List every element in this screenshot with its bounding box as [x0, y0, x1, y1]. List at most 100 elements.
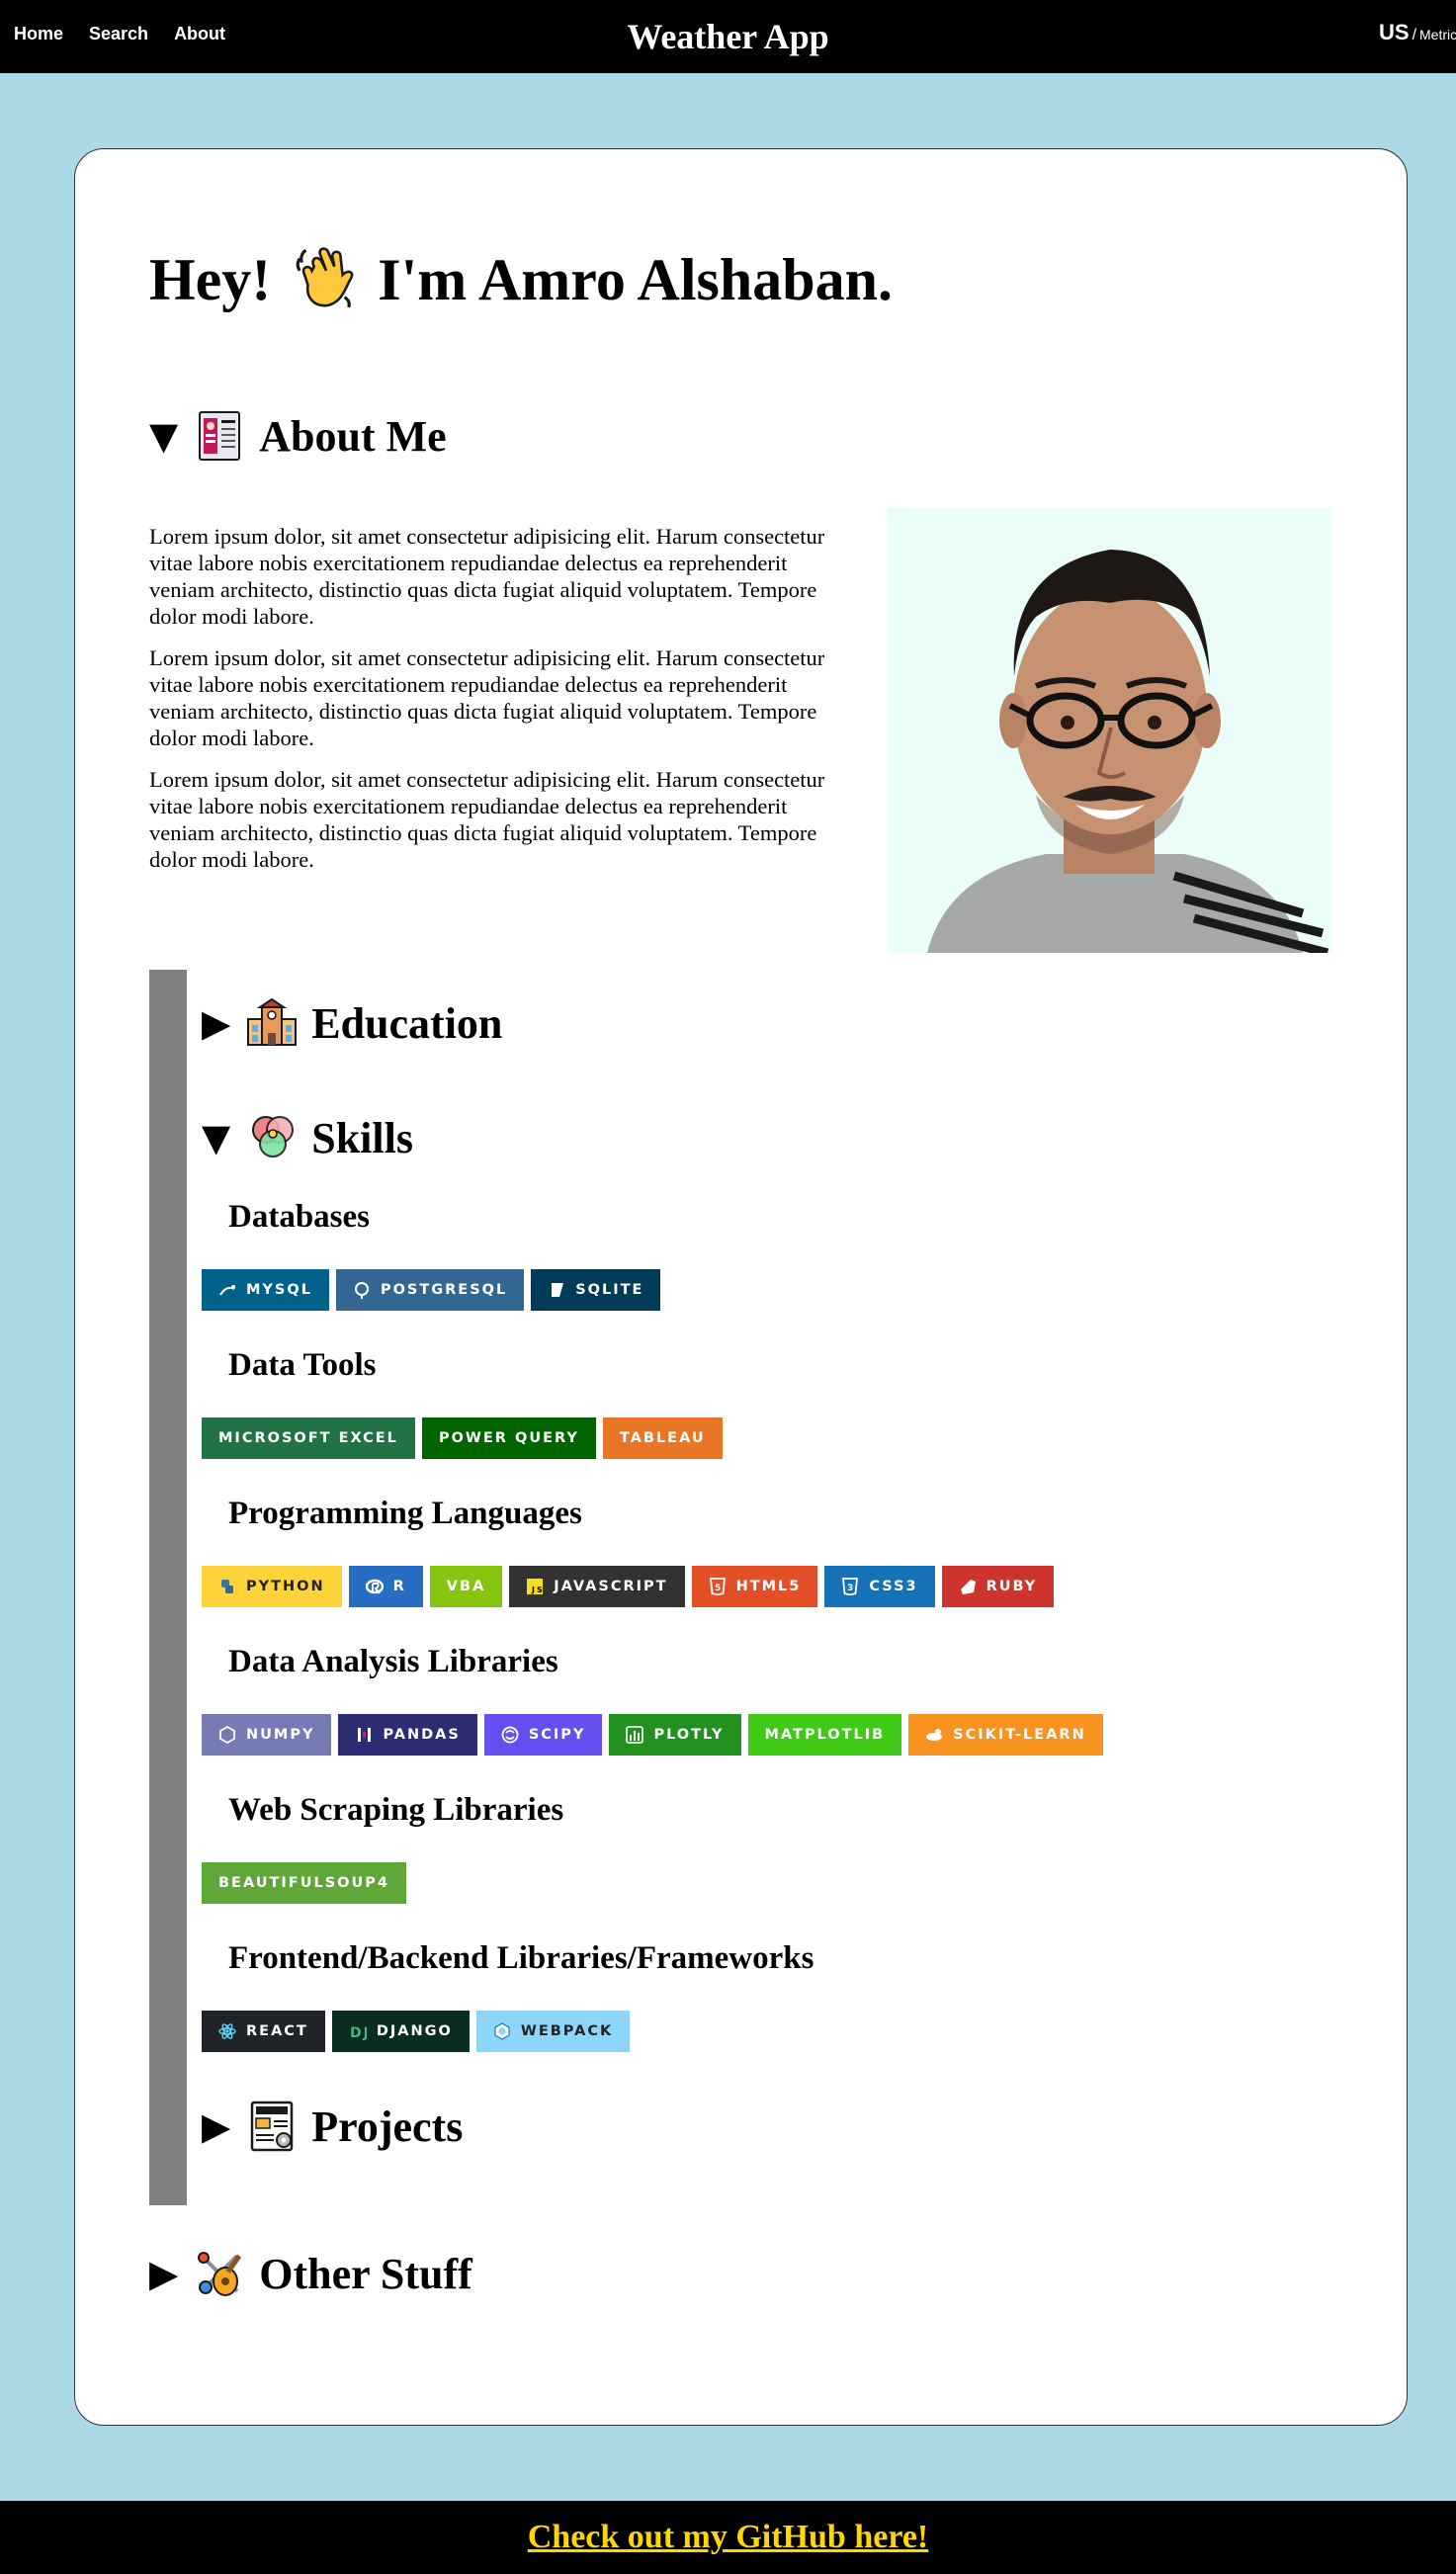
- skill-badge-mysql[interactable]: MYSQL: [202, 1269, 329, 1311]
- webpack-icon: [494, 2022, 510, 2040]
- skill-badge-vba[interactable]: VBA: [429, 1566, 503, 1607]
- skill-badge-label: JAVASCRIPT: [554, 1579, 668, 1594]
- skill-badge-webpack[interactable]: WEBPACK: [475, 2011, 631, 2052]
- github-link[interactable]: Check out my GitHub here!: [528, 2519, 928, 2556]
- skill-badge-css3[interactable]: 3 CSS3: [824, 1566, 935, 1607]
- sqlite-icon: [552, 1283, 564, 1297]
- hero-greeting: Hey!: [149, 247, 272, 312]
- top-nav-bar: Home Search About Weather App US / Metric: [0, 0, 1456, 73]
- svg-text:3: 3: [847, 1584, 855, 1593]
- expanded-triangle-icon: ▼: [202, 1116, 231, 1159]
- skill-badge-react[interactable]: REACT: [202, 2011, 325, 2052]
- skill-badge-postgresql[interactable]: POSTGRESQL: [335, 1269, 525, 1311]
- skill-badge-label: R: [392, 1579, 406, 1594]
- svg-text:JS: JS: [531, 1586, 544, 1594]
- skill-badge-row: MICROSOFT EXCEL POWER QUERY TABLEAU: [202, 1417, 723, 1459]
- skill-badge-sqlite[interactable]: SQLITE: [531, 1269, 661, 1311]
- skill-badge-label: SCIPY: [528, 1727, 586, 1743]
- mysql-icon: [219, 1285, 235, 1296]
- education-toggle[interactable]: ▶ Education: [202, 995, 502, 1051]
- skill-badge-label: BEAUTIFULSOUP4: [218, 1875, 389, 1891]
- skill-badge-label: SCIKIT-LEARN: [953, 1727, 1086, 1743]
- skill-badge-r[interactable]: R: [348, 1566, 423, 1607]
- pandas-icon: [358, 1728, 372, 1742]
- skill-badge-beautifulsoup4[interactable]: BEAUTIFULSOUP4: [202, 1862, 406, 1904]
- plotly-icon: [626, 1726, 644, 1744]
- collapsed-triangle-icon: ▶: [202, 2104, 231, 2148]
- education-heading: Education: [311, 998, 503, 1048]
- skill-badge-python[interactable]: PYTHON: [202, 1566, 342, 1607]
- skill-badge-ruby[interactable]: RUBY: [941, 1566, 1055, 1607]
- skill-badge-label: DJANGO: [376, 2023, 453, 2039]
- about-paragraph: Lorem ipsum dolor, sit amet consectetur …: [149, 767, 825, 872]
- skill-badge-row: MYSQL POSTGRESQL SQLITE: [202, 1269, 661, 1311]
- profile-card: Hey! I'm Amro Alshaban. ▼ About Me Lorem…: [74, 148, 1408, 2426]
- school-building-icon: [247, 997, 298, 1046]
- skill-badge-label: RUBY: [985, 1579, 1038, 1594]
- skills-toggle[interactable]: ▼ Skills: [202, 1110, 413, 1165]
- skill-badge-label: SQLITE: [575, 1282, 644, 1298]
- skill-group-title: Data Analysis Libraries: [228, 1644, 558, 1679]
- skill-badge-row: PYTHON R VBA JS JAVASCRIPT 5 HTML5 3 CSS3 RUBY: [202, 1566, 1055, 1607]
- skill-badge-power-query[interactable]: POWER QUERY: [421, 1417, 596, 1459]
- skill-badge-microsoft-excel[interactable]: MICROSOFT EXCEL: [202, 1417, 415, 1459]
- skill-badge-label: PANDAS: [383, 1727, 461, 1743]
- skill-badge-label: TABLEAU: [619, 1430, 706, 1446]
- app-title: Weather App: [627, 17, 829, 56]
- about-me-heading: About Me: [259, 411, 447, 461]
- skill-badge-html5[interactable]: 5 HTML5: [691, 1566, 818, 1607]
- numpy-icon: [219, 1726, 235, 1744]
- skill-group-title: Data Tools: [228, 1347, 377, 1383]
- skill-badge-label: HTML5: [735, 1579, 802, 1594]
- skill-badge-label: CSS3: [869, 1579, 918, 1594]
- other-stuff-toggle[interactable]: ▶ Other Stuff: [149, 2246, 472, 2301]
- footer-bar: Check out my GitHub here!: [0, 2501, 1456, 2574]
- skill-badge-django[interactable]: dj DJANGO: [331, 2011, 470, 2052]
- skill-group-title: Programming Languages: [228, 1496, 582, 1531]
- javascript-icon: JS: [527, 1579, 544, 1594]
- react-icon: [218, 2023, 236, 2039]
- skill-badge-label: VBA: [446, 1579, 486, 1594]
- skill-badge-numpy[interactable]: NUMPY: [202, 1714, 332, 1756]
- about-me-toggle[interactable]: ▼ About Me: [149, 408, 447, 464]
- hobbies-icon: [198, 2252, 242, 2296]
- skill-badge-pandas[interactable]: PANDAS: [338, 1714, 477, 1756]
- about-paragraph: Lorem ipsum dolor, sit amet consectetur …: [149, 524, 825, 629]
- skill-badge-label: POSTGRESQL: [380, 1282, 508, 1298]
- skill-badge-label: NUMPY: [246, 1727, 315, 1743]
- skill-badge-row: BEAUTIFULSOUP4: [202, 1862, 406, 1904]
- ruby-icon: [960, 1580, 976, 1594]
- postgresql-icon: [354, 1282, 369, 1299]
- skill-group-title: Databases: [228, 1199, 371, 1235]
- collapsed-triangle-icon: ▶: [202, 1001, 231, 1045]
- about-paragraph: Lorem ipsum dolor, sit amet consectetur …: [149, 645, 825, 750]
- css3-icon: 3: [842, 1578, 859, 1595]
- html5-icon: 5: [709, 1578, 726, 1595]
- skill-badge-scipy[interactable]: SCIPY: [483, 1714, 603, 1756]
- skill-badge-plotly[interactable]: PLOTLY: [609, 1714, 741, 1756]
- expanded-triangle-icon: ▼: [149, 414, 179, 458]
- skill-badge-label: MYSQL: [246, 1282, 312, 1298]
- section-rail: [149, 970, 187, 2205]
- profile-photo: [888, 508, 1332, 953]
- projects-toggle[interactable]: ▶ Projects: [202, 2099, 463, 2154]
- waving-hand-icon: [296, 247, 354, 308]
- skill-badge-scikit-learn[interactable]: SCIKIT-LEARN: [908, 1714, 1103, 1756]
- skill-group-title: Frontend/Backend Libraries/Frameworks: [228, 1940, 814, 1976]
- skill-badge-row: REACT dj DJANGO WEBPACK: [202, 2011, 631, 2052]
- projects-heading: Projects: [311, 2102, 464, 2151]
- r-icon: [365, 1579, 384, 1594]
- skill-badge-label: MATPLOTLIB: [764, 1727, 886, 1743]
- python-icon: [221, 1580, 233, 1593]
- page-title: Hey! I'm Amro Alshaban.: [149, 244, 893, 314]
- skill-badge-javascript[interactable]: JS JAVASCRIPT: [509, 1566, 685, 1607]
- skill-badge-label: PLOTLY: [653, 1727, 725, 1743]
- unit-us-option[interactable]: US: [1379, 20, 1410, 44]
- unit-metric-option[interactable]: Metric: [1419, 27, 1456, 43]
- scikit-learn-icon: [926, 1729, 943, 1741]
- about-me-text: Lorem ipsum dolor, sit amet consectetur …: [149, 523, 831, 888]
- skill-badge-row: NUMPY PANDAS SCIPY PLOTLY MATPLOTLIB SCIKIT-L…: [202, 1714, 1103, 1756]
- skill-badge-label: MICROSOFT EXCEL: [218, 1430, 398, 1446]
- skill-badge-tableau[interactable]: TABLEAU: [602, 1417, 723, 1459]
- skill-badge-matplotlib[interactable]: MATPLOTLIB: [747, 1714, 902, 1756]
